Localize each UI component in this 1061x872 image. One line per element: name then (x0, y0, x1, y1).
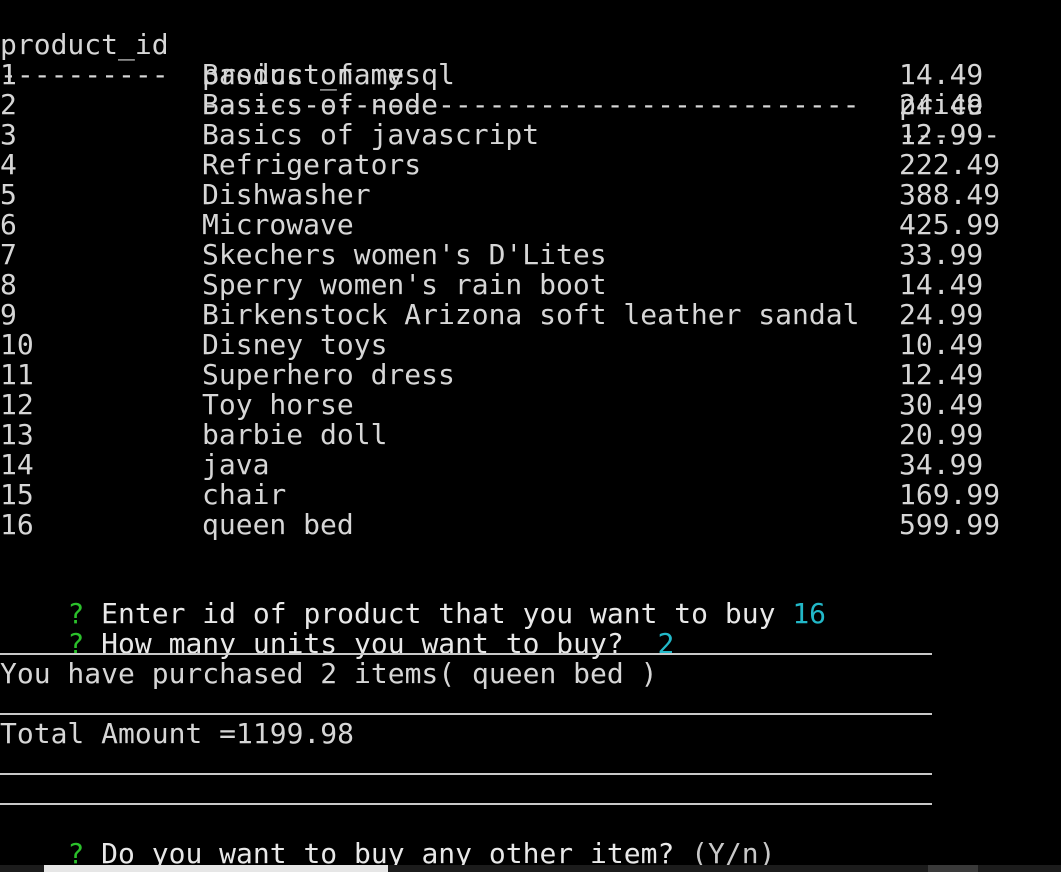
product-id-cell: 8 (0, 268, 17, 301)
price-cell: 169.99 (899, 478, 1001, 511)
product-name-cell: Basics of node (202, 88, 439, 121)
product-name-cell: Toy horse (202, 388, 354, 421)
price-cell: 12.99 (899, 118, 984, 151)
price-cell: 30.49 (899, 388, 984, 421)
price-cell: 20.99 (899, 418, 984, 451)
divider (0, 713, 932, 715)
product-name-cell: Dishwasher (202, 178, 371, 211)
price-cell: 14.49 (899, 58, 984, 91)
purchase-message: You have purchased 2 items( queen bed ) (0, 657, 658, 690)
price-cell: 14.49 (899, 268, 984, 301)
price-cell: 24.49 (899, 88, 984, 121)
product-id-cell: 7 (0, 238, 17, 271)
product-id-cell: 2 (0, 88, 17, 121)
product-name-cell: Basics of javascript (202, 118, 540, 151)
divider (0, 653, 932, 655)
product-name-cell: java (202, 448, 270, 481)
divider (0, 773, 932, 775)
price-cell: 24.99 (899, 298, 984, 331)
product-name-cell: Skechers women's D'Lites (202, 238, 607, 271)
product-id-cell: 3 (0, 118, 17, 151)
scrollbar-thumb[interactable] (44, 865, 388, 872)
product-name-cell: Birkenstock Arizona soft leather sandal (202, 298, 860, 331)
product-name-cell: queen bed (202, 508, 354, 541)
price-cell: 599.99 (899, 508, 1001, 541)
product-name-cell: chair (202, 478, 287, 511)
table-header-row: product_id product_name price (0, 0, 983, 120)
price-cell: 33.99 (899, 238, 984, 271)
price-cell: 10.49 (899, 328, 984, 361)
product-id-cell: 11 (0, 358, 34, 391)
price-cell: 34.99 (899, 448, 984, 481)
scrollbar-right-segment[interactable] (928, 865, 978, 872)
product-name-cell: Refrigerators (202, 148, 422, 181)
units-question: How many units you want to buy? (101, 627, 624, 660)
product-name-cell: Microwave (202, 208, 354, 241)
price-cell: 12.49 (899, 358, 984, 391)
product-id-cell: 10 (0, 328, 34, 361)
product-id-cell: 5 (0, 178, 17, 211)
product-name-cell: Sperry women's rain boot (202, 268, 607, 301)
product-id-cell: 15 (0, 478, 34, 511)
price-cell: 388.49 (899, 178, 1001, 211)
price-cell: 425.99 (899, 208, 1001, 241)
product-id-cell: 14 (0, 448, 34, 481)
product-id-cell: 4 (0, 148, 17, 181)
product-id-cell: 9 (0, 298, 17, 331)
enter-id-answer: 16 (792, 597, 827, 630)
price-cell: 222.49 (899, 148, 1001, 181)
product-id-cell: 13 (0, 418, 34, 451)
terminal-window[interactable]: product_id product_name price ----------… (0, 0, 1061, 872)
product-id-cell: 16 (0, 508, 34, 541)
enter-id-prompt: ? Enter id of product that you want to b… (0, 569, 826, 629)
divider (0, 803, 932, 805)
separator-product-id: ---------- (0, 58, 169, 91)
product-id-cell: 12 (0, 388, 34, 421)
product-name-cell: Basics of mysql (202, 58, 455, 91)
product-id-cell: 6 (0, 208, 17, 241)
units-answer: 2 (657, 627, 675, 660)
buy-more-prompt[interactable]: ? Do you want to buy any other item? (Y/… (0, 809, 775, 869)
product-name-cell: barbie doll (202, 418, 388, 451)
total-amount: Total Amount =1199.98 (0, 717, 355, 750)
product-name-cell: Disney toys (202, 328, 388, 361)
table-separator-row: ---------- -----------------------------… (0, 30, 1000, 150)
prompt-marker: ? (67, 627, 85, 660)
product-id-cell: 1 (0, 58, 17, 91)
product-name-cell: Superhero dress (202, 358, 455, 391)
units-prompt: ? How many units you want to buy? 2 (0, 599, 674, 659)
